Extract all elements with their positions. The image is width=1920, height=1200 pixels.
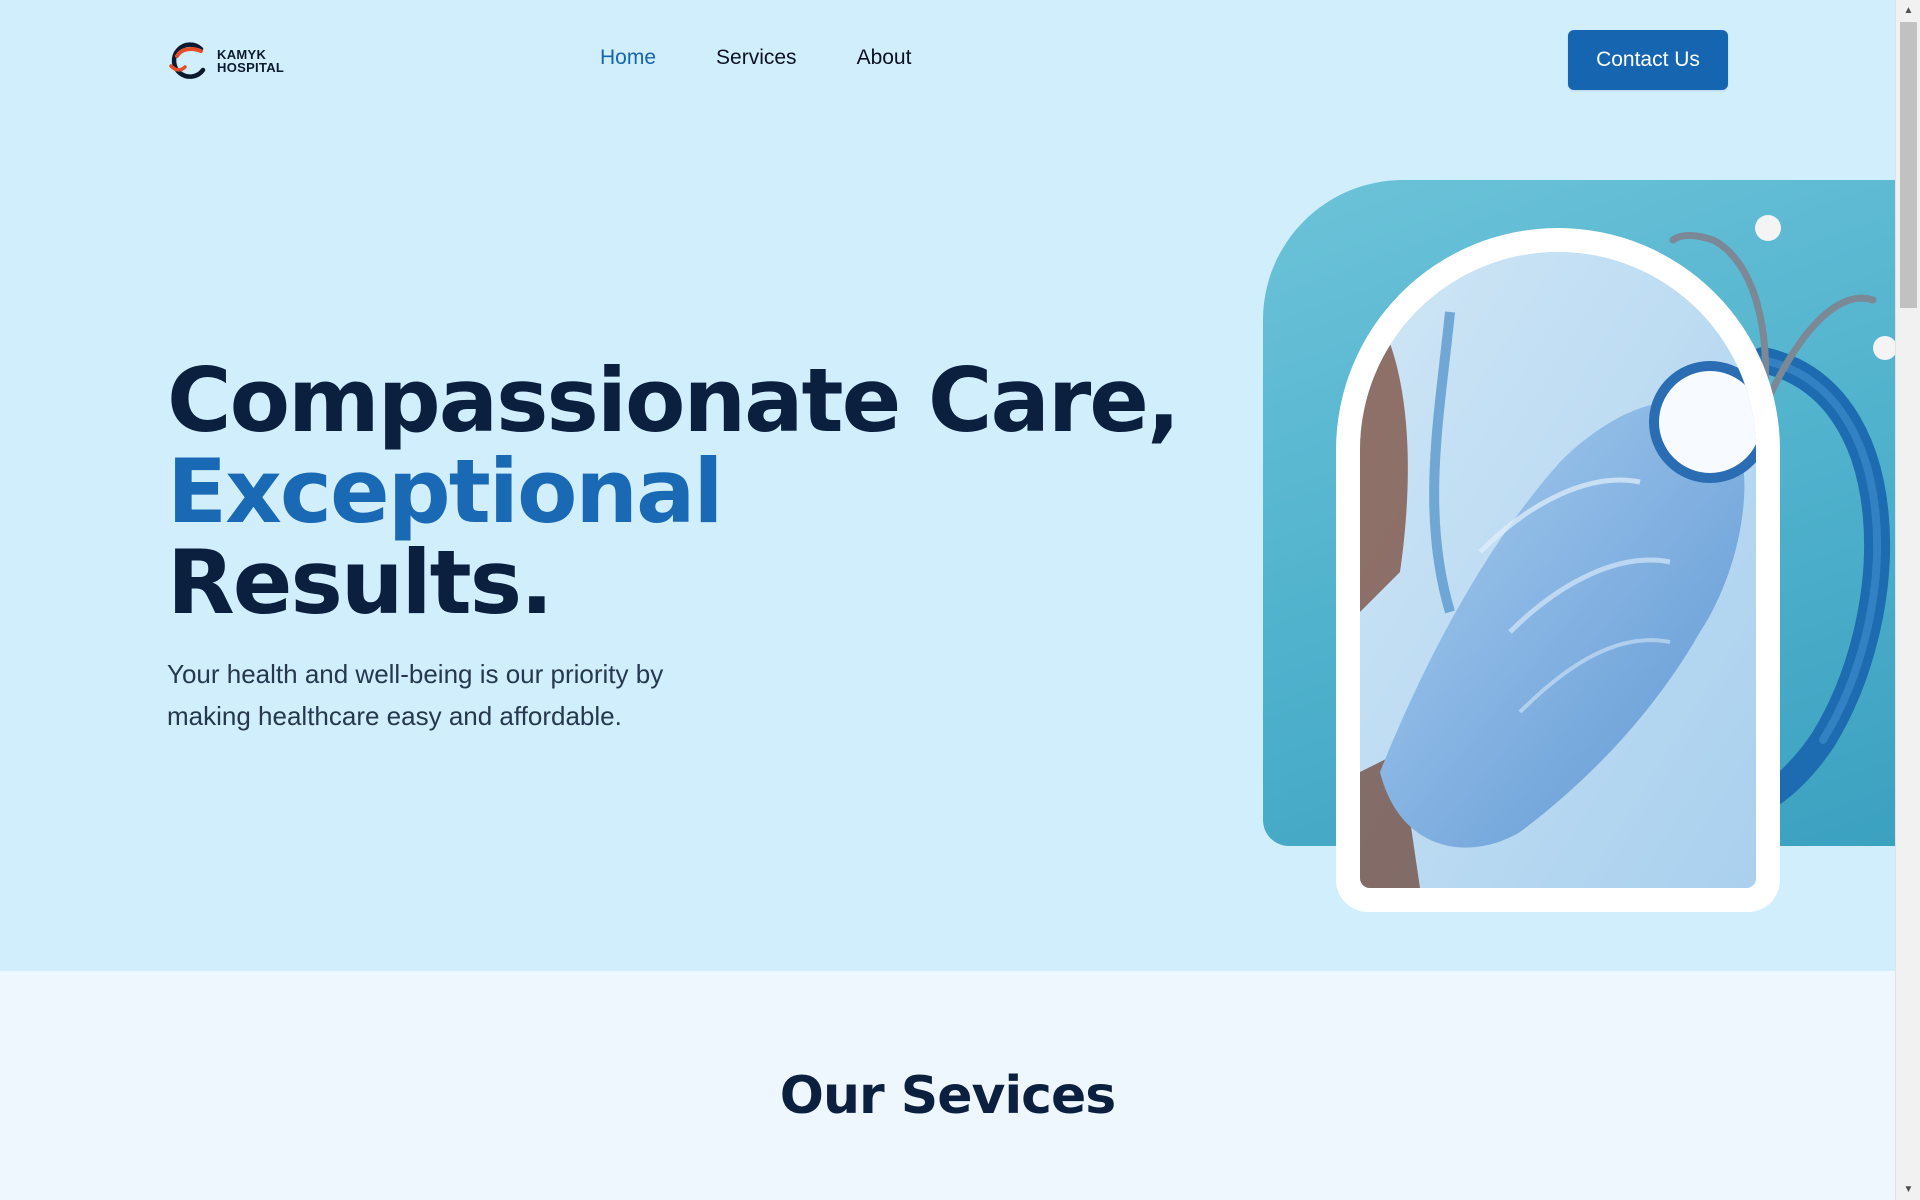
services-section: Our Sevices [0, 971, 1895, 1200]
hero-section: KAMYK HOSPITAL Home Services About Conta… [0, 0, 1895, 971]
page: KAMYK HOSPITAL Home Services About Conta… [0, 0, 1895, 1200]
hero-image-composition [1263, 180, 1895, 912]
nav-item-services[interactable]: Services [716, 46, 797, 70]
doctor-stethoscope-photo [1360, 252, 1756, 888]
headline-line-1: Compassionate Care, [167, 349, 1180, 452]
arch-photo-frame [1336, 228, 1780, 912]
contact-us-button[interactable]: Contact Us [1568, 30, 1728, 90]
nav-item-about[interactable]: About [857, 46, 912, 70]
scroll-up-arrow-icon[interactable]: ▲ [1896, 2, 1920, 19]
hero-subtext: Your health and well-being is our priori… [167, 659, 664, 731]
vertical-scrollbar[interactable]: ▲ ▼ [1895, 0, 1920, 1200]
hospital-logo-icon [169, 42, 206, 79]
nav-item-home[interactable]: Home [600, 46, 656, 70]
main-nav: Home Services About [600, 46, 911, 70]
hero-headline: Compassionate Care, Exceptional Results. [167, 349, 1180, 634]
brand-name: KAMYK HOSPITAL [217, 48, 284, 74]
top-navbar: KAMYK HOSPITAL Home Services About Conta… [0, 0, 1895, 120]
headline-line-3: Results. [167, 531, 554, 634]
brand-name-line2: HOSPITAL [217, 60, 285, 75]
services-heading: Our Sevices [779, 1066, 1116, 1126]
scroll-down-arrow-icon[interactable]: ▼ [1896, 1181, 1920, 1198]
headline-accent-word: Exceptional [167, 440, 724, 543]
scrollbar-thumb[interactable] [1900, 22, 1917, 308]
brand-logo[interactable]: KAMYK HOSPITAL [167, 40, 297, 82]
doctor-gloved-hand-illustration [1360, 252, 1756, 888]
